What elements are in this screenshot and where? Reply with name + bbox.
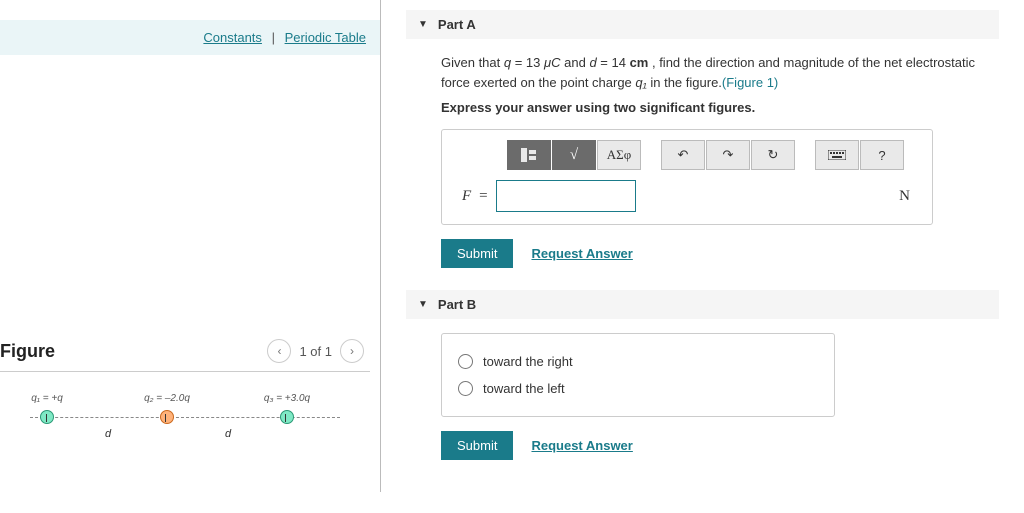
distance-label-1: d — [105, 428, 111, 440]
part-a-title: Part A — [438, 17, 476, 32]
submit-button-a[interactable]: Submit — [441, 239, 513, 268]
request-answer-link-b[interactable]: Request Answer — [531, 438, 632, 453]
reset-button[interactable]: ↻ — [751, 140, 795, 170]
template-button[interactable] — [507, 140, 551, 170]
figure-prev-button[interactable]: ‹ — [267, 339, 291, 363]
help-button[interactable]: ? — [860, 140, 904, 170]
part-a-body: Given that q = 13 μC and d = 14 cm , fin… — [406, 39, 1024, 290]
answer-box-a: √ ΑΣφ ↶ ↷ ↻ ? F = N — [441, 129, 933, 225]
figure-pager-label: 1 of 1 — [299, 344, 332, 359]
part-a-instruction: Express your answer using two significan… — [441, 100, 999, 115]
part-b-body: toward the right toward the left Submit … — [406, 319, 1024, 482]
radio-label-left: toward the left — [483, 381, 565, 396]
radical-button[interactable]: √ — [552, 140, 596, 170]
caret-down-icon: ▼ — [418, 299, 428, 310]
unit-label: N — [899, 188, 922, 205]
radio-option-left[interactable]: toward the left — [458, 375, 818, 402]
figure-diagram: q₁ = +q q₂ = –2.0q q₃ = +3.0q d d — [30, 392, 380, 462]
submit-button-b[interactable]: Submit — [441, 431, 513, 460]
constants-link[interactable]: Constants — [203, 30, 262, 45]
undo-button[interactable]: ↶ — [661, 140, 705, 170]
charge-q3: q₃ = +3.0q — [280, 410, 294, 424]
charge-q2: q₂ = –2.0q — [160, 410, 174, 424]
part-a-header[interactable]: ▼ Part A — [406, 10, 999, 39]
distance-label-2: d — [225, 428, 231, 440]
part-a-prompt: Given that q = 13 μC and d = 14 cm , fin… — [441, 53, 999, 92]
charge-q1: q₁ = +q — [40, 410, 54, 424]
keyboard-button[interactable] — [815, 140, 859, 170]
answer-input[interactable] — [496, 180, 636, 212]
figure-title: Figure — [0, 341, 55, 362]
caret-down-icon: ▼ — [418, 19, 428, 30]
variable-label: F — [462, 188, 471, 205]
radio-option-right[interactable]: toward the right — [458, 348, 818, 375]
main-content: ▼ Part A Given that q = 13 μC and d = 14… — [380, 0, 1024, 492]
part-a-actions: Submit Request Answer — [441, 239, 999, 268]
redo-button[interactable]: ↷ — [706, 140, 750, 170]
part-b-title: Part B — [438, 297, 476, 312]
figure-header: Figure ‹ 1 of 1 › — [0, 335, 370, 372]
radio-circle-icon — [458, 381, 473, 396]
equation-toolbar: √ ΑΣφ ↶ ↷ ↻ ? — [507, 140, 922, 170]
greek-letters-button[interactable]: ΑΣφ — [597, 140, 641, 170]
request-answer-link-a[interactable]: Request Answer — [531, 246, 632, 261]
periodic-table-link[interactable]: Periodic Table — [285, 30, 366, 45]
part-b-actions: Submit Request Answer — [441, 431, 999, 460]
reference-links-bar: Constants | Periodic Table — [0, 20, 380, 55]
part-b-header[interactable]: ▼ Part B — [406, 290, 999, 319]
figure-ref-link[interactable]: (Figure 1) — [722, 75, 778, 90]
radio-label-right: toward the right — [483, 354, 573, 369]
equals-sign: = — [479, 188, 487, 205]
radio-options-box: toward the right toward the left — [441, 333, 835, 417]
figure-pager: ‹ 1 of 1 › — [267, 339, 364, 363]
radio-circle-icon — [458, 354, 473, 369]
link-separator: | — [272, 30, 275, 45]
figure-next-button[interactable]: › — [340, 339, 364, 363]
left-panel: Constants | Periodic Table Figure ‹ 1 of… — [0, 0, 380, 492]
equation-input-row: F = N — [462, 180, 922, 212]
